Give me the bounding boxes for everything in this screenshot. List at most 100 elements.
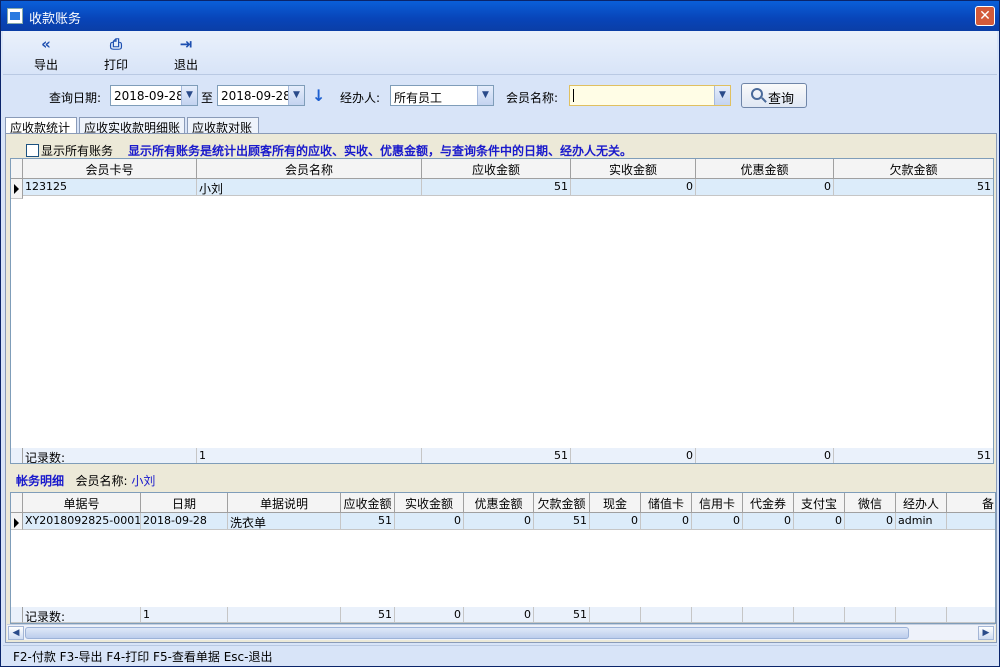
footer-cell: 记录数: [23,607,141,623]
footer-indicator [11,448,23,463]
footer-cell: 51 [422,448,571,463]
table-cell[interactable]: 0 [641,513,692,530]
table-cell[interactable]: 洗衣单 [228,513,341,530]
exit-label: 退出 [173,58,198,72]
handler-select[interactable]: 所有员工 ▼ [390,85,494,106]
footer-cell: 0 [696,448,834,463]
print-label: 打印 [103,58,128,72]
detail-header: 帐务明细 会员名称: 小刘 [16,472,155,489]
table-cell[interactable]: admin [896,513,947,530]
table-cell[interactable]: 51 [834,179,993,196]
exit-button[interactable]: ⇥ 退出 [161,35,211,73]
column-header[interactable]: 支付宝 [794,493,845,513]
column-header[interactable]: 会员卡号 [23,159,197,179]
to-label: 至 [201,91,214,105]
table-cell[interactable]: 51 [341,513,395,530]
table-cell[interactable]: 小刘 [197,179,422,196]
table-cell[interactable]: 123125 [23,179,197,196]
date-to-picker[interactable]: 2018-09-28 ▼ [217,85,305,106]
footer-cell [896,607,947,623]
show-all-checkbox[interactable] [26,144,39,157]
close-button[interactable]: ✕ [975,6,995,26]
column-header[interactable]: 信用卡 [692,493,743,513]
table-cell[interactable]: 51 [534,513,590,530]
table-cell[interactable]: 0 [590,513,641,530]
table-cell[interactable]: 0 [845,513,896,530]
column-header[interactable]: 实收金额 [395,493,464,513]
show-all-option[interactable]: 显示所有账务 [26,142,113,158]
search-icon [751,88,763,100]
tab-receivable-reconcile[interactable]: 应收款对账 [187,117,259,135]
horizontal-scrollbar[interactable]: ◀ ▶ [7,624,995,640]
column-header[interactable]: 会员名称 [197,159,422,179]
date-to-value: 2018-09-28 [221,89,291,103]
column-header[interactable]: 欠款金额 [534,493,590,513]
footer-cell: 51 [834,448,993,463]
table-cell[interactable]: 0 [743,513,794,530]
print-button[interactable]: ⎙ 打印 [91,35,141,73]
detail-member-name: 小刘 [131,474,156,488]
export-label: 导出 [33,58,58,72]
column-header[interactable]: 代金券 [743,493,794,513]
title-bar: 收款账务 ✕ [1,1,999,31]
column-header[interactable]: 欠款金额 [834,159,993,179]
chevron-down-icon[interactable]: ▼ [477,86,493,105]
table-cell[interactable] [947,513,995,530]
column-header[interactable]: 优惠金额 [464,493,534,513]
scrollbar-thumb[interactable] [25,627,909,639]
date-from-value: 2018-09-28 [114,89,184,103]
member-name-input[interactable]: ▼ [569,85,731,106]
column-header[interactable]: 备 [947,493,995,513]
table-cell[interactable]: 51 [422,179,571,196]
tab-panel: 显示所有账务 显示所有账务是统计出顾客所有的应收、实收、优惠金额，与查询条件中的… [5,133,997,643]
shortcut-hints: F2-付款 F3-导出 F4-打印 F5-查看单据 Esc-退出 [13,650,273,664]
column-header[interactable]: 日期 [141,493,228,513]
footer-cell [743,607,794,623]
row-indicator-arrow-icon[interactable] [11,513,23,530]
footer-cell: 51 [534,607,590,623]
footer-cell [845,607,896,623]
column-header[interactable]: 应收金额 [341,493,395,513]
table-cell[interactable]: 2018-09-28 [141,513,228,530]
column-header[interactable]: 储值卡 [641,493,692,513]
tab-receivable-detail[interactable]: 应收实收款明细账 [79,117,185,135]
grid-corner [11,159,23,179]
search-button[interactable]: 查询 [741,83,807,108]
arrow-down-icon[interactable]: ↓ [312,86,325,105]
column-header[interactable]: 实收金额 [571,159,696,179]
column-header[interactable]: 优惠金额 [696,159,834,179]
table-cell[interactable]: 0 [794,513,845,530]
table-cell[interactable]: 0 [696,179,834,196]
column-header[interactable]: 微信 [845,493,896,513]
hint-text: 显示所有账务是统计出顾客所有的应收、实收、优惠金额，与查询条件中的日期、经办人无… [128,144,633,158]
date-label: 查询日期: [49,91,102,105]
column-header[interactable]: 单据号 [23,493,141,513]
scroll-left-icon[interactable]: ◀ [8,626,24,640]
summary-grid: 会员卡号 会员名称 应收金额 实收金额 优惠金额 欠款金额 123125 小刘 … [10,158,994,464]
table-cell[interactable]: 0 [571,179,696,196]
chevron-down-icon[interactable]: ▼ [714,86,730,105]
footer-cell [641,607,692,623]
detail-title: 帐务明细 [16,474,65,488]
footer-indicator [11,607,23,623]
footer-cell [590,607,641,623]
column-header[interactable]: 单据说明 [228,493,341,513]
export-button[interactable]: « 导出 [21,35,71,73]
column-header[interactable]: 应收金额 [422,159,571,179]
column-header[interactable]: 经办人 [896,493,947,513]
row-indicator-arrow-icon[interactable] [11,179,23,199]
table-cell[interactable]: 0 [464,513,534,530]
scroll-right-icon[interactable]: ▶ [978,626,994,640]
status-bar: F2-付款 F3-导出 F4-打印 F5-查看单据 Esc-退出 [3,645,997,665]
table-cell[interactable]: 0 [395,513,464,530]
chevron-down-icon[interactable]: ▼ [288,86,304,105]
chevron-down-icon[interactable]: ▼ [181,86,197,105]
table-cell[interactable]: 0 [692,513,743,530]
date-from-picker[interactable]: 2018-09-28 ▼ [110,85,198,106]
footer-cell: 1 [141,607,228,623]
query-bar: 查询日期: 2018-09-28 ▼ 至 2018-09-28 ▼ ↓ 经办人:… [3,77,997,115]
column-header[interactable]: 现金 [590,493,641,513]
window-title: 收款账务 [29,12,82,27]
table-cell[interactable]: XY2018092825-0001 [23,513,141,530]
exit-door-icon: ⇥ [179,35,193,53]
